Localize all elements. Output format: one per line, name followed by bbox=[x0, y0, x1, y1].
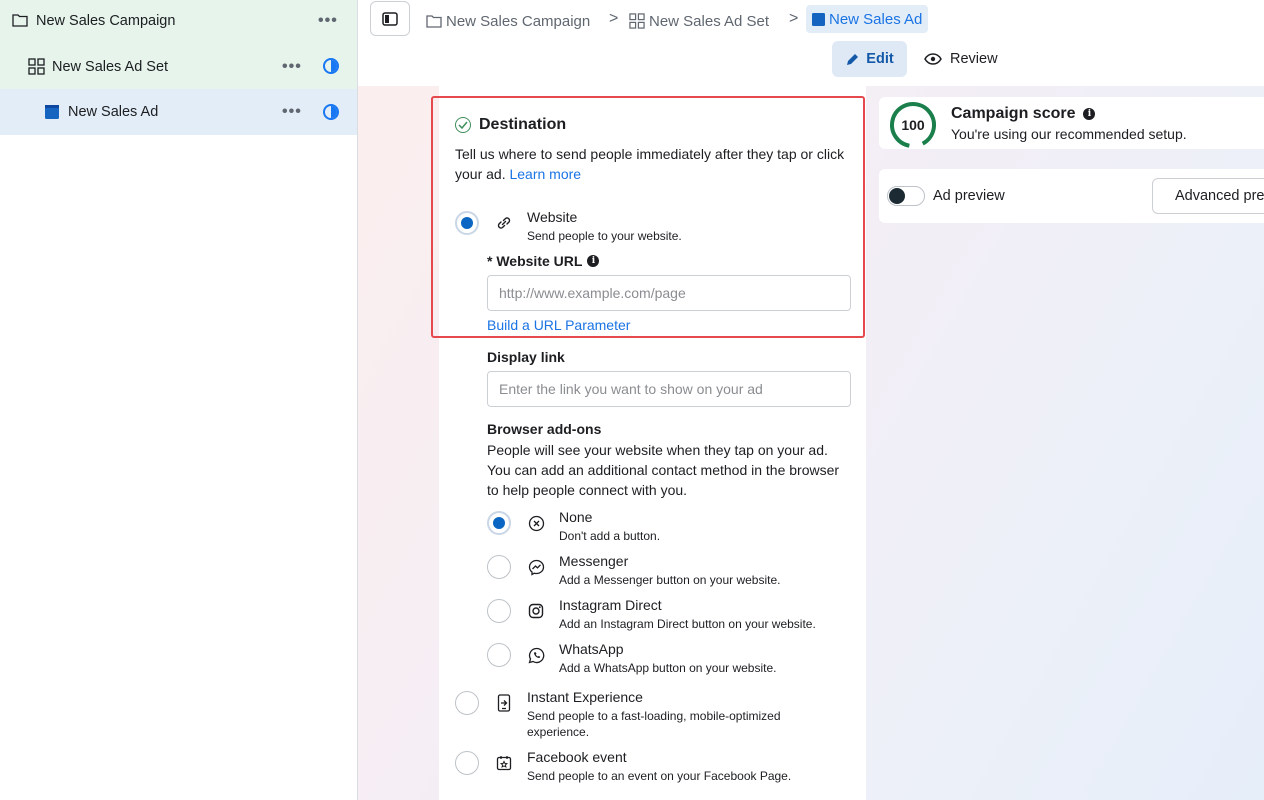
option-title: Messenger bbox=[559, 553, 629, 569]
tab-label: Review bbox=[950, 51, 998, 67]
radio-addon-instagram[interactable] bbox=[487, 599, 511, 623]
option-subtitle: Don't add a button. bbox=[559, 529, 661, 543]
display-link-label: Display link bbox=[487, 349, 565, 365]
chevron-right-icon: > bbox=[609, 10, 619, 27]
ad-icon bbox=[812, 12, 825, 26]
score-title: Campaign score i bbox=[951, 105, 1096, 123]
section-title: Destination bbox=[479, 116, 567, 133]
more-options-icon[interactable]: ••• bbox=[282, 59, 302, 75]
build-url-parameter-link[interactable]: Build a URL Parameter bbox=[487, 317, 630, 333]
radio-instant-experience[interactable] bbox=[455, 691, 479, 715]
breadcrumb-ad[interactable]: New Sales Ad bbox=[806, 5, 929, 33]
messenger-icon bbox=[526, 557, 546, 577]
ad-preview-label: Ad preview bbox=[933, 188, 1005, 204]
score-title-text: Campaign score bbox=[951, 105, 1076, 122]
option-title: Instant Experience bbox=[527, 689, 643, 705]
radio-website[interactable] bbox=[455, 211, 479, 235]
option-website[interactable]: Website Send people to your website. bbox=[527, 209, 682, 244]
more-options-icon[interactable]: ••• bbox=[282, 104, 302, 120]
pencil-icon bbox=[847, 53, 859, 65]
sidebar-item-ad[interactable]: New Sales Ad ••• bbox=[0, 89, 357, 135]
option-addon-none[interactable]: None Don't add a button. bbox=[559, 509, 660, 544]
tab-label: Edit bbox=[866, 51, 894, 67]
option-subtitle: Add an Instagram Direct button on your w… bbox=[559, 617, 816, 631]
option-title: Facebook event bbox=[527, 749, 627, 765]
option-title: Instagram Direct bbox=[559, 597, 662, 613]
score-subtitle: You're using our recommended setup. bbox=[951, 126, 1187, 142]
option-subtitle: Send people to an event on your Facebook… bbox=[527, 769, 792, 783]
option-title: None bbox=[559, 509, 593, 525]
option-addon-instagram[interactable]: Instagram Direct Add an Instagram Direct… bbox=[559, 597, 816, 632]
sidebar-item-adset[interactable]: New Sales Ad Set ••• bbox=[0, 44, 357, 90]
advanced-preview-label: Advanced preview bbox=[1175, 188, 1264, 204]
option-subtitle: Add a Messenger button on your website. bbox=[559, 573, 781, 587]
sidebar-toggle-icon bbox=[382, 11, 398, 26]
breadcrumb-adset[interactable]: New Sales Ad Set bbox=[629, 10, 769, 32]
option-subtitle: Send people to your website. bbox=[527, 229, 682, 243]
tab-review[interactable]: Review bbox=[924, 41, 998, 77]
website-url-label: * Website URL i bbox=[487, 253, 600, 269]
status-half-circle-icon[interactable] bbox=[323, 58, 339, 74]
instagram-icon bbox=[526, 601, 546, 621]
option-title: Website bbox=[527, 209, 578, 225]
option-title: WhatsApp bbox=[559, 641, 624, 657]
radio-facebook-event[interactable] bbox=[455, 751, 479, 775]
ad-preview-toggle[interactable] bbox=[887, 186, 925, 206]
eye-icon bbox=[924, 53, 942, 65]
browser-addons-description: People will see your website when they t… bbox=[487, 442, 840, 498]
panel-toggle-button[interactable] bbox=[370, 1, 410, 36]
option-subtitle: Add a WhatsApp button on your website. bbox=[559, 661, 777, 675]
instant-experience-icon bbox=[494, 693, 514, 713]
chevron-right-icon: > bbox=[789, 10, 799, 27]
more-options-icon[interactable]: ••• bbox=[318, 13, 338, 29]
status-half-circle-icon[interactable] bbox=[323, 104, 339, 120]
grid-icon bbox=[629, 13, 645, 29]
option-instant-experience[interactable]: Instant Experience Send people to a fast… bbox=[527, 689, 827, 740]
sidebar-item-label: New Sales Campaign bbox=[36, 13, 176, 29]
top-bar: New Sales Campaign > New Sales Ad Set > … bbox=[358, 0, 1264, 86]
option-addon-whatsapp[interactable]: WhatsApp Add a WhatsApp button on your w… bbox=[559, 641, 776, 676]
option-facebook-event[interactable]: Facebook event Send people to an event o… bbox=[527, 749, 791, 784]
browser-addons-title: Browser add-ons bbox=[487, 421, 602, 437]
option-subtitle: Send people to a fast-loading, mobile-op… bbox=[527, 709, 781, 739]
score-value: 100 bbox=[901, 117, 925, 133]
advanced-preview-button[interactable]: Advanced preview bbox=[1152, 178, 1264, 214]
info-icon[interactable]: i bbox=[587, 255, 600, 267]
ad-preview-card: Ad preview Advanced preview bbox=[879, 169, 1264, 223]
link-icon bbox=[494, 213, 514, 233]
sidebar-item-label: New Sales Ad Set bbox=[52, 59, 169, 75]
sidebar: New Sales Campaign ••• New Sales Ad Set … bbox=[0, 0, 358, 800]
folder-icon bbox=[426, 15, 442, 28]
sidebar-item-campaign[interactable]: New Sales Campaign ••• bbox=[0, 0, 357, 44]
breadcrumb-label: New Sales Campaign bbox=[446, 12, 591, 30]
display-link-input[interactable] bbox=[487, 371, 851, 407]
radio-addon-whatsapp[interactable] bbox=[487, 643, 511, 667]
breadcrumb-label: New Sales Ad Set bbox=[649, 12, 770, 30]
grid-icon bbox=[28, 58, 45, 80]
radio-addon-none[interactable] bbox=[487, 511, 511, 535]
breadcrumb-campaign[interactable]: New Sales Campaign bbox=[426, 10, 590, 32]
tab-edit[interactable]: Edit bbox=[832, 41, 907, 77]
learn-more-link[interactable]: Learn more bbox=[509, 166, 581, 182]
section-description: Tell us where to send people immediately… bbox=[455, 144, 845, 184]
breadcrumb-label: New Sales Ad bbox=[829, 10, 923, 28]
folder-icon bbox=[12, 13, 28, 32]
campaign-score-card: 100 Campaign score i You're using our re… bbox=[879, 97, 1264, 149]
check-circle-icon bbox=[455, 117, 471, 133]
radio-addon-messenger[interactable] bbox=[487, 555, 511, 579]
ad-icon bbox=[45, 105, 59, 124]
sidebar-item-label: New Sales Ad bbox=[68, 104, 159, 120]
info-icon[interactable]: i bbox=[1083, 108, 1096, 120]
label-text: * Website URL bbox=[487, 253, 583, 269]
whatsapp-icon bbox=[526, 645, 546, 665]
option-addon-messenger[interactable]: Messenger Add a Messenger button on your… bbox=[559, 553, 780, 588]
website-url-input[interactable] bbox=[487, 275, 851, 311]
calendar-star-icon bbox=[494, 753, 514, 773]
close-circle-icon bbox=[526, 513, 546, 533]
